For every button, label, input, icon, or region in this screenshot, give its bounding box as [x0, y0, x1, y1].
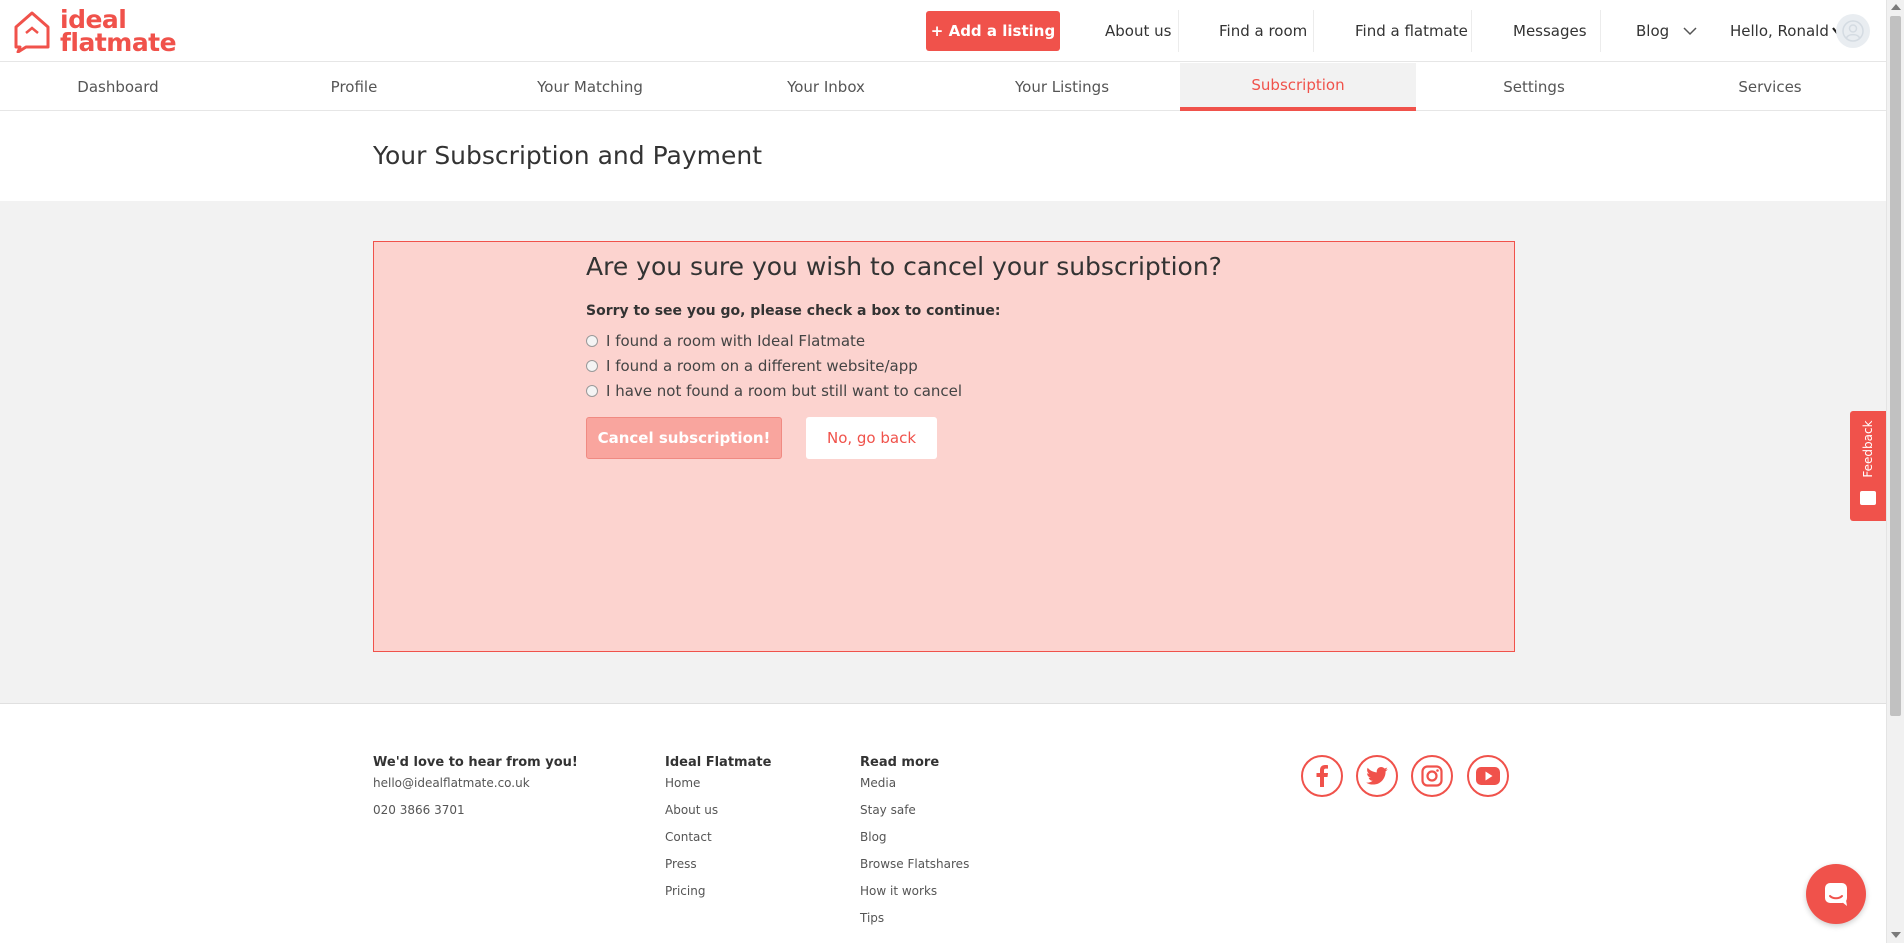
facebook-link[interactable]: [1301, 755, 1343, 797]
footer-link-about-us[interactable]: About us: [665, 801, 771, 828]
twitter-link[interactable]: [1356, 755, 1398, 797]
content-area: Are you sure you wish to cancel your sub…: [0, 201, 1886, 704]
footer-read-more: Read more Media Stay safe Blog Browse Fl…: [860, 755, 969, 936]
scroll-up-arrow-icon[interactable]: [1891, 4, 1901, 10]
footer-link-blog[interactable]: Blog: [860, 828, 969, 855]
feedback-label: Feedback: [1861, 420, 1875, 478]
reason-label: I found a room on a different website/ap…: [606, 357, 918, 375]
tab-your-listings[interactable]: Your Listings: [944, 63, 1180, 111]
footer-email-link[interactable]: hello@idealflatmate.co.uk: [373, 774, 578, 801]
feedback-tab[interactable]: Feedback: [1850, 411, 1886, 521]
chat-icon: [1825, 883, 1847, 906]
footer-link-stay-safe[interactable]: Stay safe: [860, 801, 969, 828]
tab-dashboard[interactable]: Dashboard: [0, 63, 236, 111]
user-greeting: Hello, Ronald: [1730, 22, 1829, 40]
instagram-link[interactable]: [1411, 755, 1453, 797]
footer-link-media[interactable]: Media: [860, 774, 969, 801]
scrollbar-thumb[interactable]: [1890, 16, 1901, 716]
radio-button[interactable]: [586, 335, 598, 347]
footer-ideal-flatmate-heading: Ideal Flatmate: [665, 755, 772, 770]
title-band: Your Subscription and Payment: [0, 111, 1886, 201]
logo-text-line2: flatmate: [60, 28, 177, 57]
youtube-icon: [1476, 767, 1500, 785]
feedback-icon: [1860, 491, 1876, 505]
tab-subscription[interactable]: Subscription: [1180, 63, 1416, 111]
footer-link-home[interactable]: Home: [665, 774, 771, 801]
go-back-button[interactable]: No, go back: [806, 417, 937, 459]
nav-find-a-flatmate[interactable]: Find a flatmate: [1355, 0, 1468, 62]
nav-divider: [1313, 10, 1314, 52]
nav-find-a-room[interactable]: Find a room: [1219, 0, 1307, 62]
reason-option-found-elsewhere[interactable]: I found a room on a different website/ap…: [586, 357, 918, 375]
page-scrollbar[interactable]: [1886, 0, 1904, 943]
reason-label: I have not found a room but still want t…: [606, 382, 963, 400]
footer-contact: We'd love to hear from you! hello@idealf…: [373, 755, 578, 828]
nav-divider: [1600, 10, 1601, 52]
footer-link-press[interactable]: Press: [665, 855, 771, 882]
radio-button[interactable]: [586, 360, 598, 372]
reason-label: I found a room with Ideal Flatmate: [606, 332, 866, 350]
footer-link-browse-flatshares[interactable]: Browse Flatshares: [860, 855, 969, 882]
footer-ideal-flatmate: Ideal Flatmate Home About us Contact Pre…: [665, 755, 771, 909]
footer-phone: 020 3866 3701: [373, 803, 465, 817]
tab-services[interactable]: Services: [1652, 63, 1888, 111]
radio-button[interactable]: [586, 385, 598, 397]
twitter-icon: [1366, 767, 1388, 785]
scroll-down-arrow-icon[interactable]: [1891, 932, 1901, 938]
footer-contact-heading: We'd love to hear from you!: [373, 755, 578, 770]
footer-link-tips[interactable]: Tips: [860, 909, 969, 936]
footer: We'd love to hear from you! hello@idealf…: [0, 705, 1886, 943]
user-menu[interactable]: Hello, Ronald: [1730, 0, 1842, 62]
add-listing-button[interactable]: + Add a listing: [926, 11, 1060, 51]
logo[interactable]: ideal flatmate: [12, 7, 177, 57]
nav-blog-label: Blog: [1636, 22, 1670, 40]
cancel-subscription-panel: Are you sure you wish to cancel your sub…: [373, 241, 1515, 652]
chevron-down-icon: [1683, 27, 1697, 36]
user-icon: [1842, 20, 1864, 42]
page-title: Your Subscription and Payment: [373, 141, 763, 170]
tab-your-inbox[interactable]: Your Inbox: [708, 63, 944, 111]
footer-read-more-heading: Read more: [860, 755, 940, 770]
tab-profile[interactable]: Profile: [236, 63, 472, 111]
nav-messages[interactable]: Messages: [1513, 0, 1587, 62]
cancel-prompt: Sorry to see you go, please check a box …: [586, 303, 1001, 319]
nav-divider: [1178, 10, 1179, 52]
tab-your-matching[interactable]: Your Matching: [472, 63, 708, 111]
instagram-icon: [1421, 765, 1443, 787]
nav-divider: [1471, 10, 1472, 52]
youtube-link[interactable]: [1467, 755, 1509, 797]
account-subnav: Dashboard Profile Your Matching Your Inb…: [0, 63, 1886, 111]
facebook-icon: [1316, 765, 1328, 787]
reason-option-found-with-ideal-flatmate[interactable]: I found a room with Ideal Flatmate: [586, 332, 865, 350]
footer-link-contact[interactable]: Contact: [665, 828, 771, 855]
chat-launcher-button[interactable]: [1806, 864, 1866, 924]
footer-link-pricing[interactable]: Pricing: [665, 882, 771, 909]
cancel-heading: Are you sure you wish to cancel your sub…: [586, 252, 1222, 281]
cancel-subscription-button[interactable]: Cancel subscription!: [586, 417, 782, 459]
avatar[interactable]: [1836, 14, 1870, 48]
footer-link-how-it-works[interactable]: How it works: [860, 882, 969, 909]
top-header: ideal flatmate + Add a listing About us …: [0, 0, 1886, 62]
house-logo-icon: [14, 11, 50, 53]
nav-blog[interactable]: Blog: [1636, 0, 1697, 62]
reason-option-not-found[interactable]: I have not found a room but still want t…: [586, 382, 962, 400]
nav-about-us[interactable]: About us: [1105, 0, 1171, 62]
tab-settings[interactable]: Settings: [1416, 63, 1652, 111]
